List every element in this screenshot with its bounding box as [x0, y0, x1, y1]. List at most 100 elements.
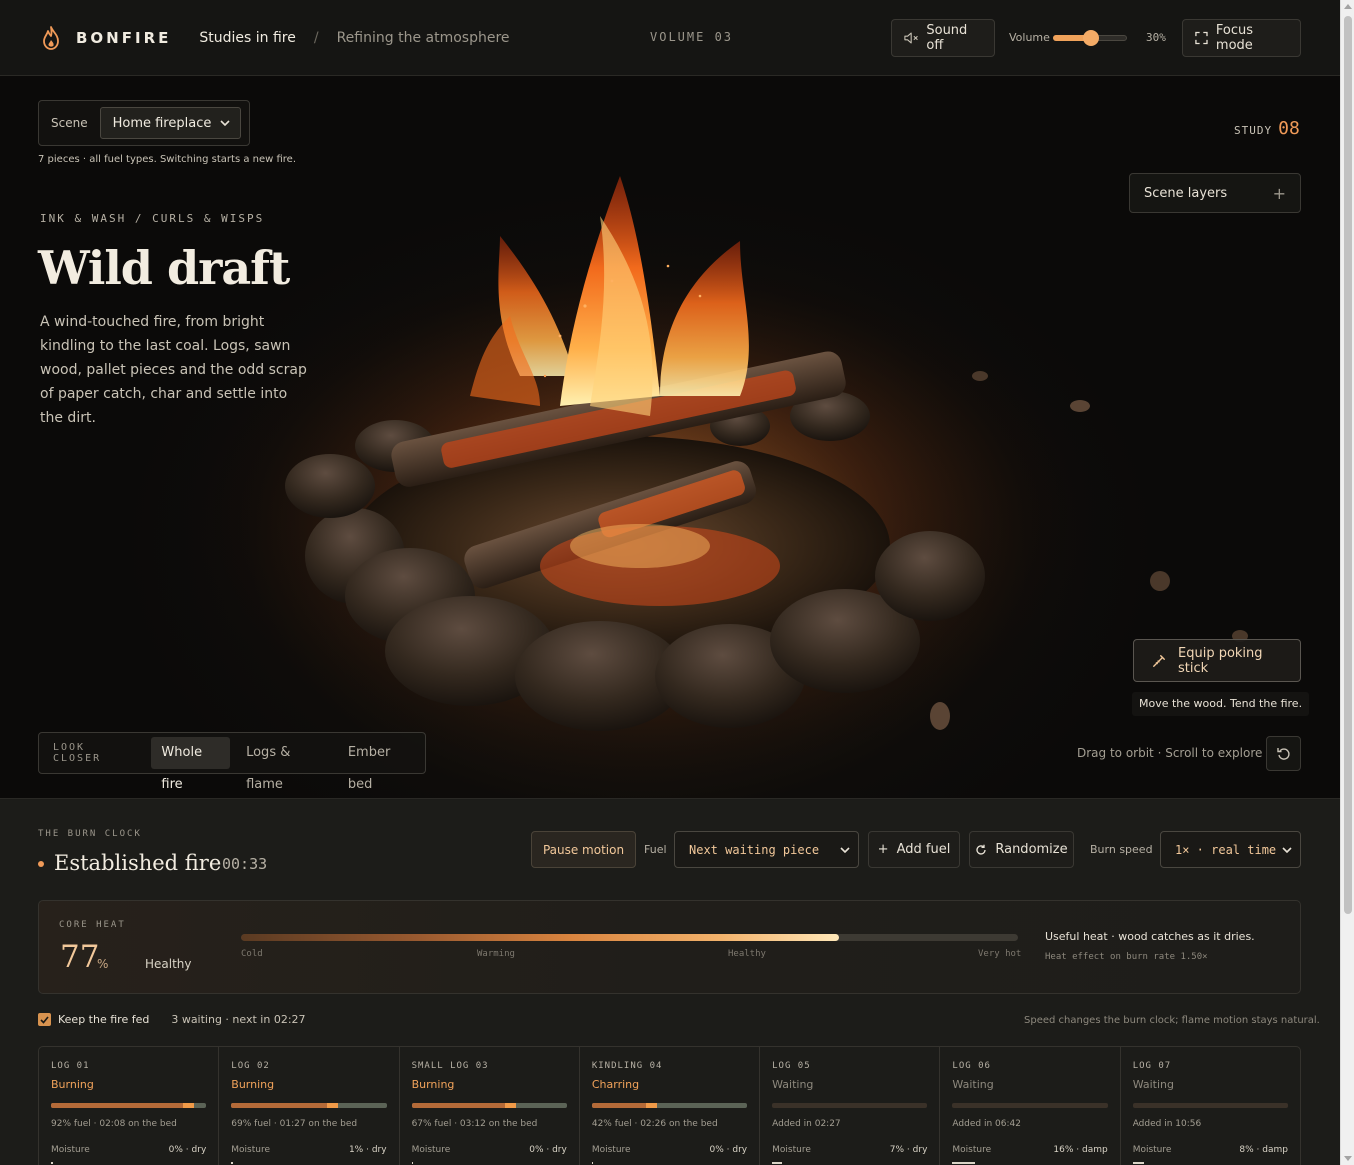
fire-scene[interactable]: Scene Home fireplace 7 pieces · all fuel… — [0, 76, 1340, 798]
scrollbar-thumb[interactable] — [1344, 16, 1352, 914]
checkmark-icon — [40, 1015, 49, 1024]
tab-logs-flame[interactable]: Logs & flame — [236, 737, 332, 792]
plus-icon: + — [1272, 183, 1286, 203]
piece-info: Added in 06:42 — [952, 1119, 1021, 1129]
scene-note: 7 pieces · all fuel types. Switching sta… — [38, 154, 297, 165]
volume-percent: 30% — [1146, 31, 1166, 44]
page-scrollbar[interactable] — [1340, 0, 1354, 1165]
add-fuel-button[interactable]: + Add fuel — [868, 831, 960, 868]
moisture-label: Moisture — [591, 1145, 631, 1155]
moisture-label: Moisture — [51, 1145, 90, 1155]
scene-layers-button[interactable]: Scene layers + — [1129, 173, 1301, 213]
moisture-value: 16% · damp — [1053, 1145, 1108, 1155]
scroll-down-icon[interactable] — [1344, 1156, 1352, 1161]
piece-name: KINDLING 04 — [591, 1061, 663, 1071]
brand[interactable]: BONFIRE — [40, 25, 171, 51]
piece-state: Burning — [51, 1078, 94, 1091]
breadcrumb-current: Refining the atmosphere — [336, 29, 510, 46]
moisture-label: Moisture — [952, 1145, 992, 1155]
core-heat-label: CORE HEAT — [59, 920, 126, 930]
piece-name: SMALL LOG 03 — [411, 1061, 489, 1071]
piece-info: 69% fuel · 01:27 on the bed — [231, 1119, 358, 1129]
poke-tooltip: Move the wood. Tend the fire. — [1132, 692, 1310, 716]
burn-speed-select[interactable]: 1× · real time — [1160, 831, 1301, 868]
tab-ember-bed[interactable]: Ember bed — [338, 737, 421, 792]
chevron-down-icon — [840, 846, 850, 853]
volume-thumb[interactable] — [1083, 30, 1100, 46]
breadcrumb-studies[interactable]: Studies in fire — [199, 30, 295, 46]
piece-info: 92% fuel · 02:08 on the bed — [51, 1119, 177, 1129]
fuel-piece-card[interactable]: LOG 07 Waiting Added in 10:56 Moisture 8% · … — [1121, 1047, 1300, 1165]
focus-mode-button[interactable]: Focus mode — [1182, 19, 1301, 57]
moisture-value: 0% · dry — [168, 1145, 207, 1155]
speed-note: Speed changes the burn clock; flame moti… — [1024, 1015, 1320, 1026]
keep-fed-label[interactable]: Keep the fire fed — [58, 1013, 149, 1026]
piece-name: LOG 02 — [231, 1061, 270, 1071]
piece-info: 67% fuel · 03:12 on the bed — [411, 1119, 538, 1129]
tab-whole-fire[interactable]: Whole fire — [151, 737, 231, 792]
speaker-muted-icon — [904, 32, 918, 44]
style-kicker: INK & WASH / CURLS & WISPS — [40, 212, 265, 225]
top-bar: BONFIRE Studies in fire / Refining the a… — [0, 0, 1340, 76]
fuel-pieces-list: LOG 01 Burning 92% fuel · 02:08 on the bed… — [38, 1046, 1301, 1165]
add-fuel-label: Add fuel — [896, 842, 951, 857]
burn-speed-value: 1× · real time — [1175, 842, 1277, 857]
moisture-bar — [231, 1162, 233, 1164]
randomize-button[interactable]: Randomize — [969, 831, 1074, 868]
fuel-piece-card[interactable]: LOG 02 Burning 69% fuel · 01:27 on the bed… — [219, 1047, 400, 1165]
piece-name: LOG 07 — [1132, 1061, 1172, 1071]
volume-issue-label: VOLUME 03 — [650, 30, 734, 44]
keep-fed-checkbox[interactable] — [38, 1013, 51, 1026]
sound-button-label: Sound off — [926, 23, 968, 53]
fuel-piece-card[interactable]: KINDLING 04 Charring 42% fuel · 02:26 on t… — [580, 1047, 761, 1165]
equip-poking-stick-button[interactable]: Equip poking stick — [1133, 639, 1301, 682]
fuel-piece-card[interactable]: LOG 01 Burning 92% fuel · 02:08 on the bed… — [39, 1047, 220, 1165]
look-closer-label: LOOK CLOSER — [53, 742, 102, 764]
moisture-bar — [591, 1162, 594, 1164]
piece-fuel-fill — [231, 1103, 339, 1108]
piece-fuel-fill — [411, 1103, 516, 1108]
fuel-piece-card[interactable]: LOG 06 Waiting Added in 06:42 Moisture 16% ·… — [940, 1047, 1121, 1165]
fuel-label: Fuel — [644, 843, 667, 856]
piece-fuel-tip — [182, 1103, 194, 1108]
scroll-up-icon[interactable] — [1344, 4, 1352, 9]
orbit-hint: Drag to orbit · Scroll to explore — [1077, 746, 1263, 760]
sound-toggle-button[interactable]: Sound off — [891, 19, 995, 57]
scene-picker: Scene Home fireplace — [38, 100, 250, 146]
moisture-bar — [1132, 1162, 1144, 1164]
piece-fuel-bar — [1132, 1103, 1288, 1108]
moisture-label: Moisture — [772, 1145, 811, 1155]
core-heat-meter — [241, 934, 1018, 941]
chevron-down-icon — [220, 120, 230, 126]
moisture-bar — [411, 1162, 414, 1164]
moisture-value: 0% · dry — [709, 1145, 748, 1155]
fuel-select-value: Next waiting piece — [689, 842, 820, 857]
piece-fuel-tip — [327, 1103, 339, 1108]
core-heat-value: 77 — [60, 939, 100, 975]
poke-button-label: Equip poking stick — [1178, 645, 1263, 676]
moisture-value: 1% · dry — [348, 1145, 387, 1155]
reset-view-button[interactable] — [1266, 736, 1301, 771]
piece-fuel-tip — [504, 1103, 516, 1108]
moisture-value: 8% · damp — [1239, 1145, 1288, 1155]
piece-name: LOG 01 — [51, 1061, 90, 1071]
fuel-piece-card[interactable]: LOG 05 Waiting Added in 02:27 Moisture 7% · … — [760, 1047, 941, 1165]
fuel-piece-card[interactable]: SMALL LOG 03 Burning 67% fuel · 03:12 on t… — [400, 1047, 580, 1165]
piece-name: LOG 05 — [772, 1061, 811, 1071]
moisture-label: Moisture — [1132, 1145, 1172, 1155]
pause-motion-button[interactable]: Pause motion — [531, 831, 636, 868]
moisture-bar — [772, 1162, 782, 1164]
volume-slider[interactable] — [1053, 30, 1127, 46]
study-indicator: STUDY 08 — [1234, 118, 1300, 139]
core-heat-description: Useful heat · wood catches as it dries. — [1045, 930, 1255, 943]
piece-info: Added in 02:27 — [772, 1119, 841, 1129]
fuel-select[interactable]: Next waiting piece — [674, 831, 859, 868]
scene-select[interactable]: Home fireplace — [99, 107, 241, 139]
brand-name: BONFIRE — [76, 28, 172, 47]
heat-tick-cold: Cold — [241, 949, 263, 959]
piece-state: Charring — [591, 1078, 640, 1091]
moisture-bar — [51, 1162, 53, 1164]
flame-logo-icon — [43, 25, 59, 50]
chevron-down-icon — [1282, 846, 1292, 853]
look-closer-tabs: LOOK CLOSER Whole fire Logs & flame Embe… — [38, 732, 426, 792]
